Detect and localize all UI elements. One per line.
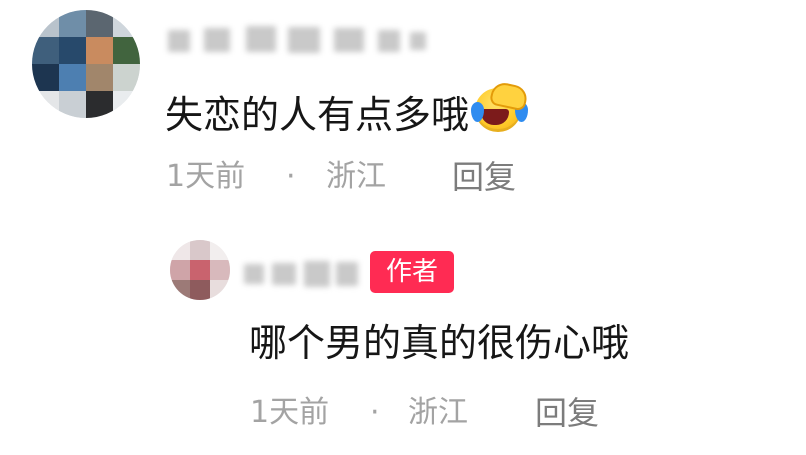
- reply-location: 浙江: [408, 395, 468, 430]
- reply-button[interactable]: 回复: [452, 161, 516, 193]
- author-avatar[interactable]: [170, 240, 230, 300]
- reply-time: 1天前: [250, 395, 330, 430]
- meta-separator: ·: [286, 159, 296, 194]
- author-name-redacted[interactable]: [244, 258, 360, 288]
- author-badge: 作者: [370, 251, 454, 293]
- comment-text: 失恋的人有点多哦: [165, 80, 530, 137]
- comment-text-content: 失恋的人有点多哦: [165, 93, 470, 137]
- meta-separator: ·: [370, 395, 380, 430]
- commenter-avatar[interactable]: [32, 10, 140, 118]
- commenter-name-redacted[interactable]: [168, 24, 433, 54]
- comment-location: 浙江: [326, 159, 386, 194]
- facepalm-crying-emoji-icon: [471, 80, 530, 134]
- comment-time: 1天前: [166, 159, 246, 194]
- reply-button[interactable]: 回复: [535, 397, 599, 429]
- reply-text: 哪个男的真的很伤心哦: [249, 321, 630, 365]
